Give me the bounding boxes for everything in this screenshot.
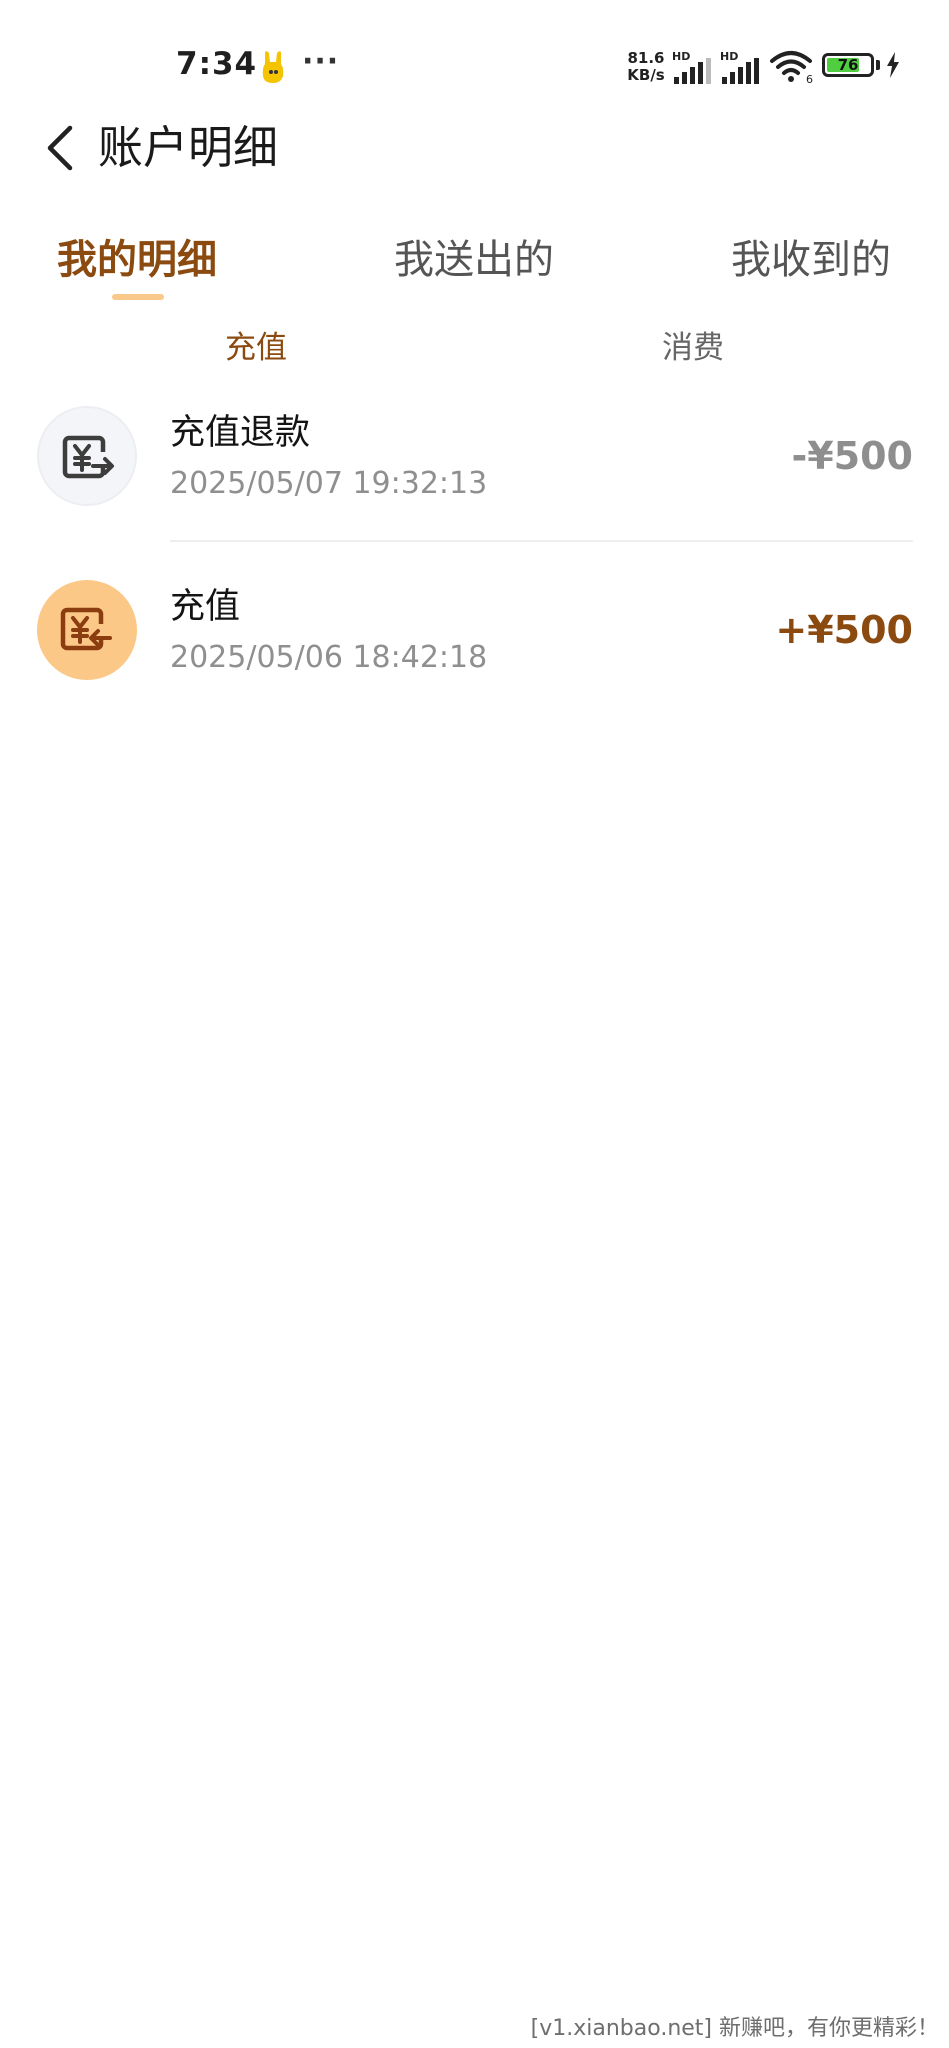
cell-signal-2-icon: HD [720, 50, 764, 84]
chevron-left-icon [47, 125, 73, 171]
record-title: 充值退款 [170, 413, 311, 453]
recharge-yen-icon [37, 580, 137, 680]
network-speed: 81.6 KB/s [626, 50, 666, 84]
network-speed-unit: KB/s [627, 66, 665, 84]
back-button[interactable] [40, 118, 84, 178]
battery-cap [876, 60, 880, 70]
cell-signal-1-icon: HD [672, 50, 716, 84]
page-title: 账户明细 [98, 121, 279, 174]
active-tab-indicator [112, 294, 164, 300]
list-item[interactable]: 充值 2025/05/06 18:42:18 +¥500 [0, 570, 949, 742]
subtab-recharge[interactable]: 充值 [225, 326, 287, 370]
wifi-badge: 6 [806, 73, 813, 84]
more-notifications-icon: ··· [302, 44, 340, 79]
record-title: 充值 [170, 587, 241, 627]
tab-my-details[interactable]: 我的明细 [57, 232, 217, 288]
charging-icon [886, 52, 900, 82]
refund-yen-icon [37, 406, 137, 506]
status-time: 7:34 [176, 46, 258, 82]
status-bar: 7:34 ··· 81.6 KB/s HD HD 6 76 [0, 0, 949, 130]
battery-icon: 76 [822, 53, 874, 77]
battery-level: 76 [837, 56, 859, 74]
list-divider [170, 540, 913, 542]
record-amount: -¥500 [791, 434, 913, 478]
wifi-icon: 6 [770, 50, 816, 88]
record-time: 2025/05/06 18:42:18 [170, 640, 488, 675]
network-speed-value: 81.6 [627, 49, 665, 67]
watermark: [v1.xianbao.net] 新赚吧，有你更精彩！ [530, 2016, 939, 2041]
record-amount: +¥500 [775, 608, 913, 652]
app-notification-icon [260, 50, 286, 84]
tab-received[interactable]: 我收到的 [731, 232, 891, 288]
subtab-consumption[interactable]: 消费 [662, 326, 724, 370]
tab-sent[interactable]: 我送出的 [394, 232, 554, 288]
list-item[interactable]: 充值退款 2025/05/07 19:32:13 -¥500 [0, 396, 949, 568]
record-time: 2025/05/07 19:32:13 [170, 466, 488, 501]
